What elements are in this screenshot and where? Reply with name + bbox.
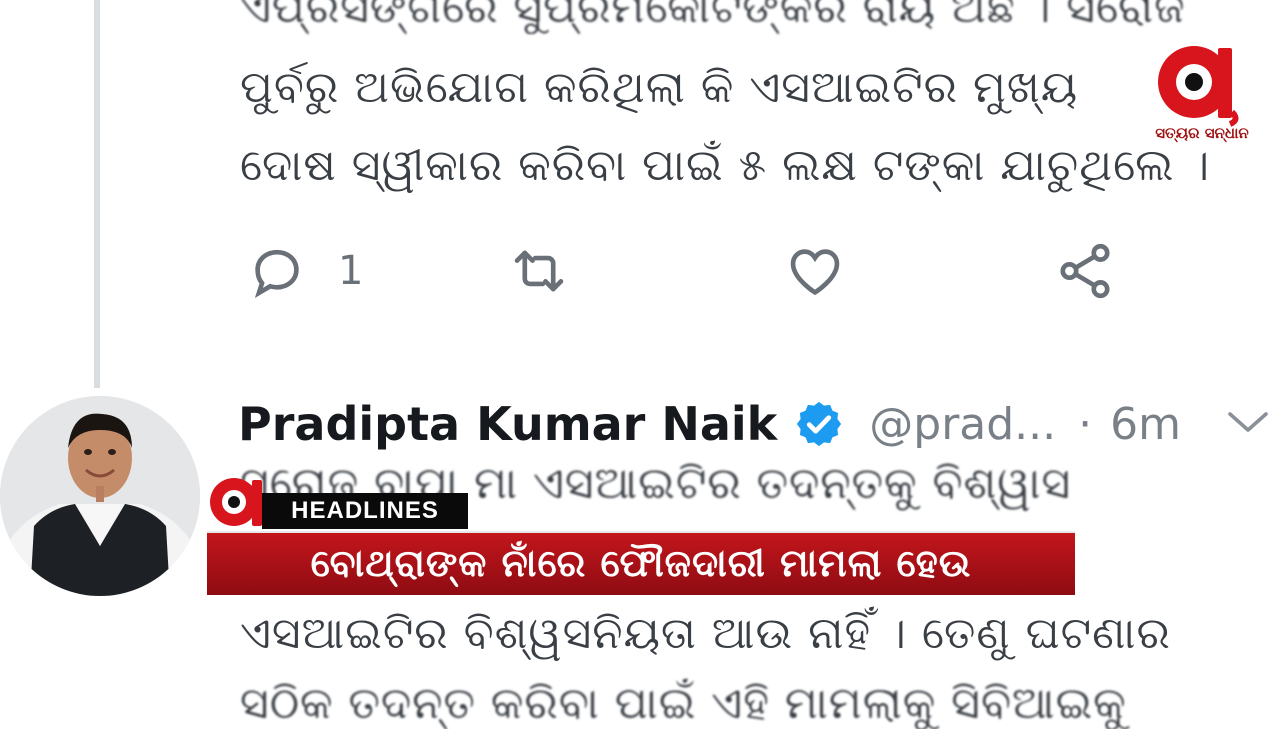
headline-ticker: ବୋଥ୍ରାଙ୍କ ନାଁରେ ଫୌଜଦାରୀ ମାମଲା ହେଉ <box>207 531 1075 595</box>
reply-count: 1 <box>338 248 364 294</box>
prev-tweet-line-1: ଏପ୍ରସଙ୍ଗରେ ସୁପ୍ରିମକୋର୍ଟଙ୍କର ରାୟ ଅଛି । ସର… <box>240 0 1186 33</box>
separator-dot: · <box>1078 398 1093 450</box>
thread-line <box>94 0 100 388</box>
prev-tweet-line-3: ଦୋଷ ସ୍ୱୀକାର କରିବା ପାଇଁ ୫ ଲକ୍ଷ ଟଙ୍କା ଯାଚୁ… <box>240 140 1211 191</box>
headlines-tag: HEADLINES <box>262 493 468 529</box>
share-button[interactable] <box>1054 240 1116 302</box>
reply-icon <box>254 249 299 299</box>
tweet-line-3: ସଠିକ ତଦନ୍ତ କରିବା ପାଇଁ ଏହି ମାମଲାକୁ ସିବିଆଇ… <box>240 678 1127 729</box>
tweet-actions: 1 <box>240 240 1140 310</box>
author-handle[interactable]: @prad... <box>869 399 1056 450</box>
author-avatar[interactable] <box>0 396 200 596</box>
reply-button[interactable]: 1 <box>246 240 363 302</box>
like-button[interactable] <box>784 240 846 302</box>
channel-tagline: ସତ୍ୟର ସନ୍ଧାନ <box>1155 124 1249 142</box>
prev-tweet-line-2: ପୁର୍ବରୁ ଅଭିଯୋଗ କରିଥିଲା କି ଏସଆଇଟିର ମୁଖ୍ୟ <box>240 62 1079 113</box>
tweet-line-2: ଏସଆଇଟିର ବିଶ୍ୱସନିୟତା ଆଉ ନାହିଁ । ତେଣୁ ଘଟଣା… <box>240 608 1171 659</box>
share-icon <box>1060 243 1110 299</box>
ticker-logo-mark <box>210 478 262 526</box>
author-name[interactable]: Pradipta Kumar Naik <box>238 397 777 451</box>
avatar-portrait <box>0 396 200 596</box>
retweet-icon <box>514 250 564 292</box>
retweet-button[interactable] <box>508 240 570 302</box>
tweet-time[interactable]: 6m <box>1110 399 1181 450</box>
verified-badge-icon <box>797 401 842 447</box>
chevron-down-icon[interactable] <box>1224 402 1272 442</box>
channel-logo-mark <box>1158 46 1239 127</box>
ticker-logo <box>206 474 270 530</box>
tweet-author-header: Pradipta Kumar Naik @prad... · 6m <box>238 394 1181 454</box>
like-icon <box>790 249 840 296</box>
